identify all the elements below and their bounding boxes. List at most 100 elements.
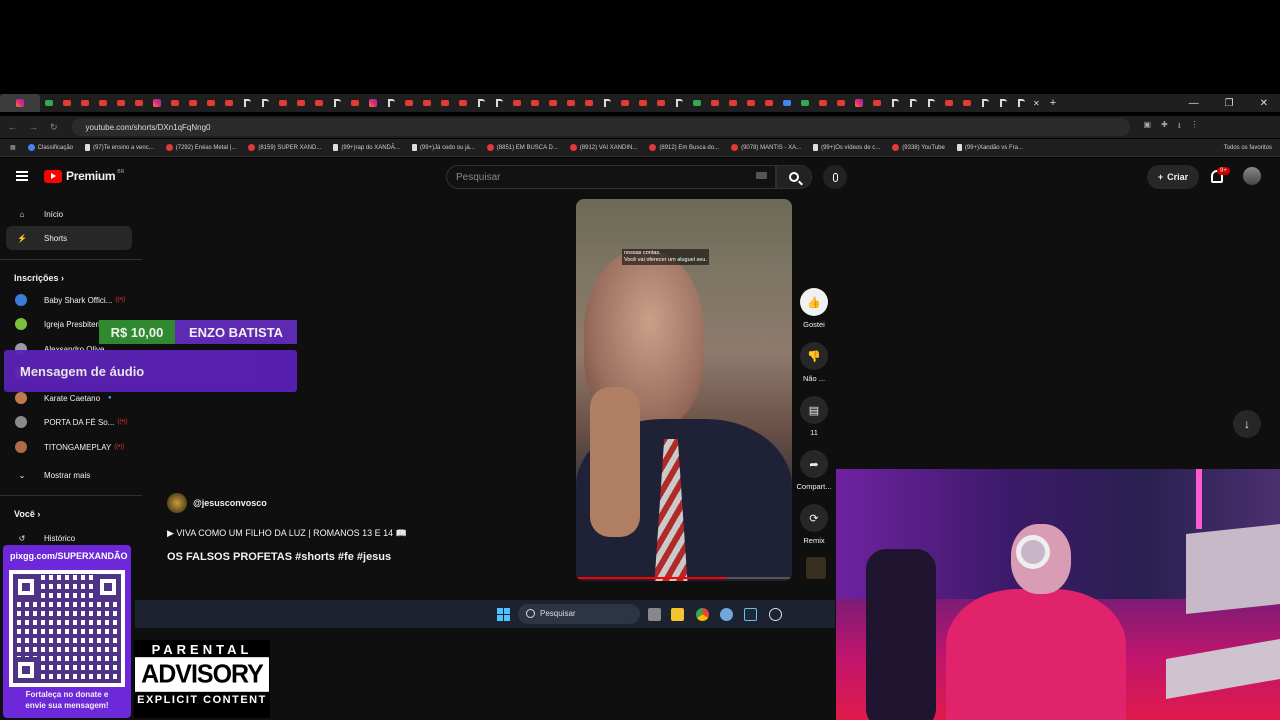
browser-tab[interactable] xyxy=(130,94,148,112)
browser-tab[interactable] xyxy=(886,94,904,112)
channel-avatar[interactable] xyxy=(167,493,187,513)
browser-tab[interactable] xyxy=(400,94,418,112)
bookmark-item[interactable]: (99+)Já cedo ou já... xyxy=(411,144,475,151)
bookmark-item[interactable]: (8851) EM BUSCA D... xyxy=(486,144,558,151)
sidebar-item-shorts[interactable]: ⚡ Shorts xyxy=(6,226,132,250)
bookmark-item[interactable]: (7292) Enéas Metal |... xyxy=(165,144,236,151)
browser-tab[interactable] xyxy=(742,94,760,112)
like-button[interactable]: 👍 Gostei xyxy=(794,288,834,329)
browser-tab[interactable] xyxy=(184,94,202,112)
sidebar-item-home[interactable]: ⌂ Início xyxy=(6,202,132,226)
browser-tab[interactable] xyxy=(220,94,238,112)
bookmark-item[interactable]: (99+)Xandão vs Fra... xyxy=(956,144,1023,151)
bookmark-item[interactable]: (8912) Em Busca do... xyxy=(649,144,719,151)
browser-tab[interactable] xyxy=(346,94,364,112)
browser-tab[interactable] xyxy=(724,94,742,112)
browser-tab[interactable] xyxy=(652,94,670,112)
bookmark-item[interactable]: (97)Te ensino a venc... xyxy=(85,144,154,151)
bookmark-item[interactable]: (9078) MANTIS - XA... xyxy=(731,144,801,151)
new-tab-icon[interactable]: + xyxy=(1050,97,1056,109)
dislike-button[interactable]: 👎 Não ... xyxy=(794,342,834,383)
browser-tab[interactable] xyxy=(364,94,382,112)
search-input[interactable]: Pesquisar xyxy=(446,165,776,189)
remix-button[interactable]: ⟳ Remix xyxy=(794,504,834,545)
browser-tab[interactable] xyxy=(508,94,526,112)
menu-dots-icon[interactable]: ⋮ xyxy=(1191,120,1199,134)
bookmark-item[interactable]: (9338) YouTube xyxy=(892,144,945,151)
browser-tab[interactable] xyxy=(598,94,616,112)
windows-start-icon[interactable] xyxy=(497,608,510,621)
comments-button[interactable]: ▤ 11 xyxy=(794,396,834,437)
bookmark-item[interactable]: (8912) VAI XANDIN... xyxy=(569,144,637,151)
you-header[interactable]: Você › xyxy=(14,509,40,519)
share-button[interactable]: ➦ Compart... xyxy=(794,450,834,491)
address-bar[interactable]: youtube.com/shorts/DXn1qFqNng0 xyxy=(71,118,1130,136)
minimize-icon[interactable]: — xyxy=(1189,98,1199,109)
voice-search-button[interactable] xyxy=(823,165,847,189)
forward-icon[interactable]: → xyxy=(29,122,38,133)
browser-tab[interactable] xyxy=(382,94,400,112)
short-video-player[interactable]: nossas contas. Você vai oferecer um alug… xyxy=(576,199,792,581)
bookmark-item[interactable]: (99+)Os vídeos de c... xyxy=(813,144,880,151)
subscriptions-header[interactable]: Inscrições › xyxy=(14,273,64,283)
browser-tab[interactable] xyxy=(670,94,688,112)
browser-tab[interactable] xyxy=(112,94,130,112)
menu-icon[interactable] xyxy=(16,171,28,181)
subscription-item[interactable]: PORTA DA FÉ So... ((•)) xyxy=(6,410,132,434)
file-explorer-icon[interactable] xyxy=(671,608,684,621)
browser-tab[interactable] xyxy=(634,94,652,112)
browser-tab[interactable] xyxy=(868,94,886,112)
browser-tab[interactable] xyxy=(994,94,1012,112)
browser-tab[interactable] xyxy=(706,94,724,112)
browser-tab[interactable] xyxy=(760,94,778,112)
browser-tab[interactable] xyxy=(418,94,436,112)
audio-source-thumbnail[interactable] xyxy=(806,557,826,579)
browser-tab[interactable] xyxy=(796,94,814,112)
obs-icon[interactable] xyxy=(769,608,782,621)
steam-icon[interactable] xyxy=(744,608,757,621)
maximize-icon[interactable]: ❐ xyxy=(1225,98,1234,109)
browser-tab[interactable] xyxy=(58,94,76,112)
all-bookmarks[interactable]: Todos os favoritos xyxy=(1224,145,1280,151)
browser-tab[interactable] xyxy=(544,94,562,112)
settings-app-icon[interactable] xyxy=(720,608,733,621)
bookmark-item[interactable]: Classificação xyxy=(27,144,73,151)
browser-tab[interactable] xyxy=(274,94,292,112)
reload-icon[interactable]: ↻ xyxy=(50,122,58,133)
browser-tab[interactable] xyxy=(490,94,508,112)
browser-tab[interactable] xyxy=(778,94,796,112)
keyboard-icon[interactable] xyxy=(756,172,767,179)
browser-tab[interactable] xyxy=(1012,94,1030,112)
browser-tab[interactable] xyxy=(310,94,328,112)
short-description[interactable]: ▶ VIVA COMO UM FILHO DA LUZ | ROMANOS 13… xyxy=(167,528,407,539)
browser-tab[interactable] xyxy=(238,94,256,112)
taskbar-search[interactable]: Pesquisar xyxy=(518,604,640,624)
browser-tab[interactable] xyxy=(958,94,976,112)
browser-tab[interactable] xyxy=(256,94,274,112)
show-more-button[interactable]: ⌄ Mostrar mais xyxy=(6,463,132,487)
browser-tab[interactable] xyxy=(526,94,544,112)
browser-tab[interactable] xyxy=(292,94,310,112)
back-icon[interactable]: ← xyxy=(8,122,17,133)
subscription-item[interactable]: Baby Shark Offici... ((•)) xyxy=(6,288,132,312)
browser-tab[interactable] xyxy=(850,94,868,112)
browser-tab[interactable] xyxy=(832,94,850,112)
browser-tab[interactable] xyxy=(0,94,40,112)
subscription-item[interactable]: TITONGAMEPLAY ((•)) xyxy=(6,435,132,459)
browser-tab[interactable] xyxy=(40,94,58,112)
browser-tab[interactable] xyxy=(562,94,580,112)
browser-tab[interactable] xyxy=(454,94,472,112)
browser-tab[interactable] xyxy=(580,94,598,112)
puzzle-icon[interactable]: ✚ xyxy=(1161,120,1168,134)
download-icon[interactable]: ⭳ xyxy=(1178,120,1181,134)
browser-tab[interactable] xyxy=(472,94,490,112)
browser-tab[interactable] xyxy=(940,94,958,112)
browser-tab[interactable] xyxy=(976,94,994,112)
browser-tab[interactable] xyxy=(922,94,940,112)
chrome-icon[interactable] xyxy=(696,608,709,621)
browser-tab[interactable] xyxy=(166,94,184,112)
task-view-icon[interactable] xyxy=(648,608,661,621)
browser-tab[interactable] xyxy=(328,94,346,112)
short-title[interactable]: OS FALSOS PROFETAS #shorts #fe #jesus xyxy=(167,551,391,563)
extension-icon[interactable]: ▣ xyxy=(1144,120,1152,134)
